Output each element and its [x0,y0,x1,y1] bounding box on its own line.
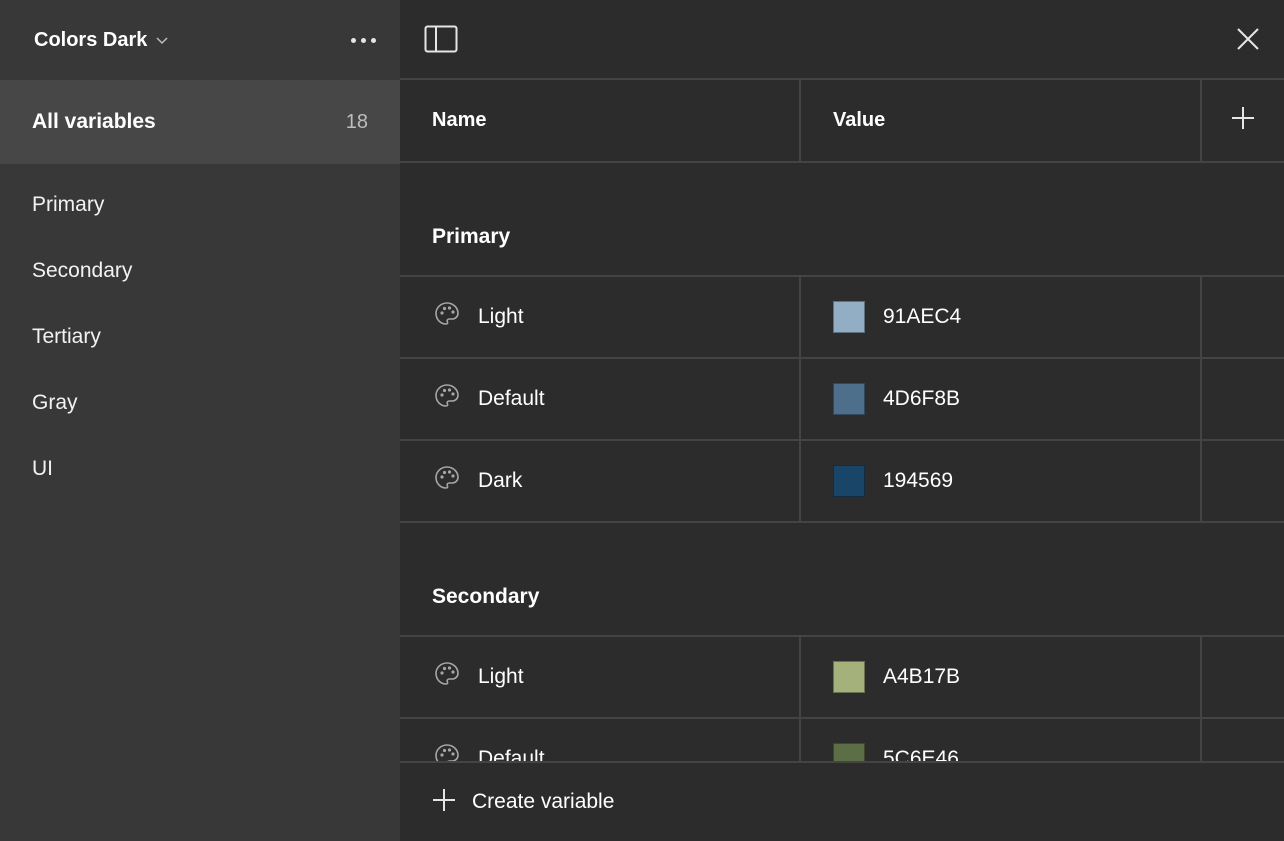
sidebar-item-label: Primary [32,193,105,216]
all-variables-label: All variables [32,110,156,133]
palette-icon [434,383,460,415]
color-swatch[interactable] [833,661,865,693]
row-end-cell [1202,277,1284,357]
palette-icon [434,661,460,693]
row-end-cell [1202,441,1284,521]
variable-value-cell[interactable]: 4D6F8B [801,359,1202,439]
variable-name: Light [478,305,524,328]
sidebar-toggle-icon[interactable] [424,25,458,53]
sidebar-item-label: Gray [32,391,78,414]
sidebar-item-primary[interactable]: Primary [0,172,400,238]
toolbar [400,0,1284,80]
sidebar-item-label: Tertiary [32,325,101,348]
sidebar-item-tertiary[interactable]: Tertiary [0,304,400,370]
chevron-down-icon [155,33,169,47]
sidebar-header: Colors Dark [0,0,400,80]
variable-value-cell[interactable]: 194569 [801,441,1202,521]
sidebar: Colors Dark All variables 18 Primary Sec… [0,0,400,841]
table-row[interactable]: Light A4B17B [400,637,1284,719]
collection-selector[interactable]: Colors Dark [34,29,169,52]
color-swatch[interactable] [833,465,865,497]
color-swatch[interactable] [833,301,865,333]
variable-name-cell[interactable]: Dark [400,441,801,521]
variable-value: 91AEC4 [883,305,962,328]
column-name-label: Name [432,109,487,131]
group-header-primary: Primary [400,163,1284,277]
create-variable-label: Create variable [472,790,615,813]
variable-value-cell[interactable]: A4B17B [801,637,1202,717]
variable-name: Default [478,387,545,410]
table-header: Name Value [400,80,1284,163]
more-horizontal-icon[interactable] [351,32,376,49]
variable-value-cell[interactable]: 91AEC4 [801,277,1202,357]
variable-name-cell[interactable]: Light [400,637,801,717]
sidebar-group-list: Primary Secondary Tertiary Gray UI [0,164,400,502]
group-title: Primary [432,225,511,248]
palette-icon [434,301,460,333]
variable-value: A4B17B [883,665,961,688]
color-swatch[interactable] [833,383,865,415]
variable-value: 4D6F8B [883,387,961,410]
variable-value: 194569 [883,469,954,492]
variable-name-cell[interactable]: Light [400,277,801,357]
group-header-secondary: Secondary [400,523,1284,637]
variable-name: Light [478,665,524,688]
plus-icon [432,788,456,817]
column-header-value: Value [801,80,1202,161]
add-column-button[interactable] [1202,80,1284,161]
collection-name: Colors Dark [34,28,148,51]
sidebar-item-gray[interactable]: Gray [0,370,400,436]
sidebar-item-all-variables[interactable]: All variables 18 [0,80,400,164]
sidebar-item-label: UI [32,457,53,480]
column-value-label: Value [833,109,886,131]
close-icon[interactable] [1236,27,1260,51]
variable-count: 18 [345,110,368,133]
row-end-cell [1202,637,1284,717]
sidebar-item-label: Secondary [32,259,133,282]
variable-name: Dark [478,469,523,492]
table-row[interactable]: Dark 194569 [400,441,1284,523]
column-header-name: Name [400,80,801,161]
variables-panel: Name Value Primary Light 91AEC4 Default … [400,0,1284,841]
variable-name-cell[interactable]: Default [400,359,801,439]
palette-icon [434,465,460,497]
create-variable-button[interactable]: Create variable [400,761,1284,841]
row-end-cell [1202,359,1284,439]
group-title: Secondary [432,585,540,608]
table-row[interactable]: Default 4D6F8B [400,359,1284,441]
sidebar-item-secondary[interactable]: Secondary [0,238,400,304]
sidebar-item-ui[interactable]: UI [0,436,400,502]
table-row[interactable]: Light 91AEC4 [400,277,1284,359]
plus-icon [1231,106,1255,135]
